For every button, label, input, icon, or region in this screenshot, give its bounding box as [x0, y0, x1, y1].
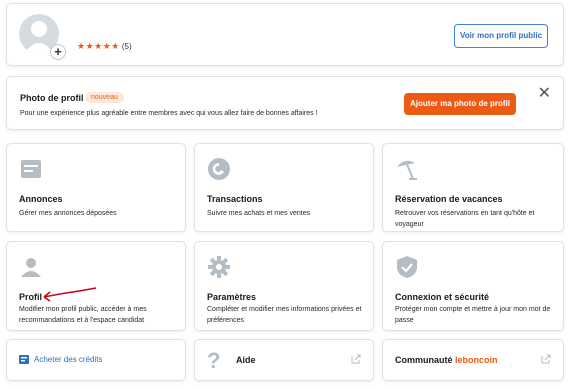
transactions-icon	[208, 158, 230, 180]
photo-banner: Photo de profil nouveau Pour une expérie…	[6, 76, 564, 130]
external-link-icon	[541, 354, 551, 364]
tile-title: Profil	[19, 292, 43, 302]
buy-credits-card[interactable]: Acheter des crédits	[6, 339, 186, 381]
add-photo-button[interactable]: Ajouter ma photo de profil	[404, 93, 516, 115]
tile-title: Annonces	[19, 194, 63, 204]
buy-credits-label: Acheter des crédits	[34, 355, 103, 364]
buy-credits-link[interactable]: Acheter des crédits	[19, 355, 102, 364]
add-avatar-button[interactable]: +	[50, 44, 66, 60]
help-icon: ?	[207, 348, 221, 373]
rating-count: (5)	[121, 42, 132, 51]
community-label: Communauté leboncoin	[395, 355, 498, 365]
help-label: Aide	[236, 355, 256, 365]
tile-title: Transactions	[207, 194, 263, 204]
tile-title: Connexion et sécurité	[395, 292, 490, 302]
profile-icon	[21, 258, 41, 277]
new-badge: nouveau	[85, 92, 124, 103]
tile-title: Réservation de vacances	[395, 194, 503, 204]
profile-header-card: + ★★★★★ (5) Voir mon profil public	[6, 3, 564, 66]
external-link-icon	[351, 354, 361, 364]
tile-annonces[interactable]: Annonces Gérer mes annonces déposées	[6, 143, 186, 232]
tile-title: Paramètres	[207, 292, 257, 302]
tile-parametres[interactable]: Paramètres Compléter et modifier mes inf…	[194, 241, 374, 331]
tile-description: Gérer mes annonces déposées	[19, 210, 117, 217]
community-text: Communauté	[395, 355, 453, 365]
credits-icon	[19, 355, 29, 364]
tile-vacances[interactable]: Réservation de vacances Retrouver vos ré…	[382, 143, 564, 232]
tile-description: Protéger mon compte et mettre à jour mon…	[395, 306, 551, 324]
rating-stars: ★★★★★ (5)	[77, 41, 132, 52]
tile-transactions[interactable]: Transactions Suivre mes achats et mes ve…	[194, 143, 374, 232]
photo-banner-title: Photo de profil	[20, 93, 84, 103]
view-public-profile-button[interactable]: Voir mon profil public	[454, 24, 548, 48]
tile-profil[interactable]: Profil Modifier mon profil public, accéd…	[6, 241, 186, 331]
close-icon[interactable]: ✕	[538, 86, 551, 102]
brand-logo: leboncoin	[455, 355, 498, 365]
vacation-icon	[397, 160, 417, 180]
annonces-icon	[21, 160, 41, 178]
star-icons: ★★★★★	[77, 41, 120, 51]
tile-description: Modifier mon profil public, accéder à me…	[19, 306, 147, 324]
tile-securite[interactable]: Connexion et sécurité Protéger mon compt…	[382, 241, 564, 331]
help-card[interactable]: ? Aide	[194, 339, 374, 381]
tile-description: Compléter et modifier mes informations p…	[207, 306, 362, 324]
tile-description: Suivre mes achats et mes ventes	[207, 210, 311, 217]
community-card[interactable]: Communauté leboncoin	[382, 339, 564, 381]
photo-banner-description: Pour une expérience plus agréable entre …	[20, 110, 318, 117]
shield-icon	[397, 256, 417, 278]
gear-icon	[208, 256, 230, 278]
tile-description: Retrouver vos réservations en tant qu'hô…	[395, 210, 535, 228]
